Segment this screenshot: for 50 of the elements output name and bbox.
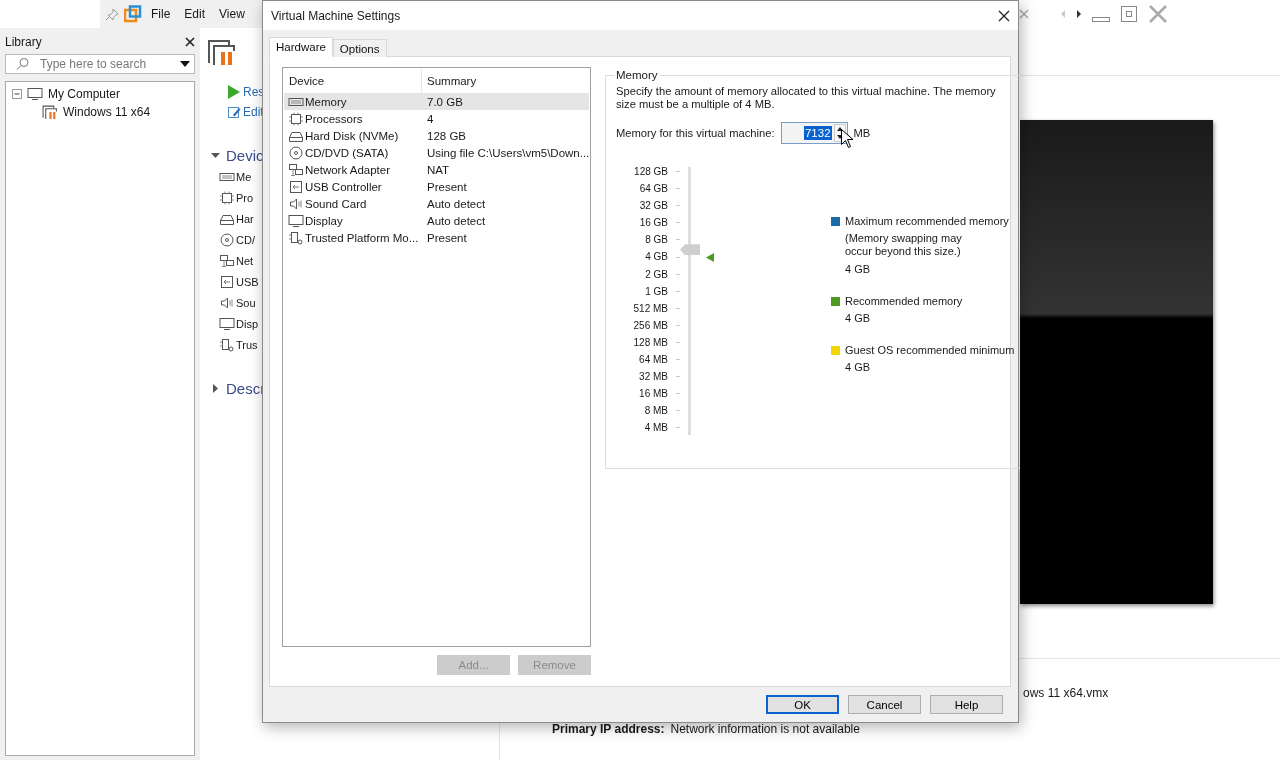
scale-label: 4 MB [643,421,668,436]
legend-title: Guest OS recommended minimum [845,344,1015,356]
scale-label: 64 GB [638,182,668,197]
device-name: Network Adapter [305,163,390,176]
legend-value: 4 GB [845,361,872,373]
device-name: CD/DVD (SATA) [305,146,389,159]
scale-label: 4 GB [644,250,668,265]
legend-title: Maximum recommended memory [845,215,1009,227]
scale-label: 64 MB [638,353,668,368]
device-summary: Auto detect [426,214,487,227]
device-name: Trusted Platform Mo... [305,231,419,244]
scale-label: 8 MB [643,404,668,419]
device-name: Display [305,214,343,227]
detail-value: ows 11 x64.vmx [1023,686,1109,700]
device-summary: Present [426,180,468,193]
panel-title: Library [5,35,42,49]
memory-description: Specify the amount of memory allocated to this virtual machine. The memory size must be a multiple of 4 MB. [616,85,997,111]
dialog-title: Virtual Machine Settings [271,8,401,23]
field-label: Memory for this virtual machine: [616,127,775,139]
scale-label: 16 GB [638,216,668,231]
device-name: Memory [305,95,347,108]
legend-title: Recommended memory [845,295,964,307]
legend-note: (Memory swapping may occur beyond this size.) [845,232,963,258]
device-summary: Using file C:\Users\vm5\Down... [426,146,590,159]
scale-label: 256 MB [632,318,668,333]
scale-label: 2 GB [644,267,668,282]
scale-label: 512 MB [632,301,668,316]
device-name: Processors [305,112,363,125]
group-title: Memory [615,69,659,81]
device-name: Hard Disk (NVMe) [305,129,399,142]
device-summary: NAT [426,163,451,176]
device-summary: 128 GB [426,129,467,142]
legend-value: 4 GB [845,263,872,275]
scale-label: 32 GB [638,199,668,214]
device-summary: 7.0 GB [426,95,464,108]
scale-label: 32 MB [638,370,668,385]
scale-label: 128 GB [633,165,668,179]
device-summary: Present [426,231,468,244]
scale-label: 128 MB [632,335,668,350]
device-name: Sound Card [305,197,367,210]
legend-value: 4 GB [845,312,872,324]
unit-label: MB [853,127,871,139]
scale-label: 1 GB [644,284,668,299]
detail-value: Network information is not available [670,722,860,736]
device-summary: 4 [426,112,435,125]
device-name: USB Controller [305,180,382,193]
scale-label: 8 GB [644,233,668,248]
device-summary: Auto detect [426,197,487,210]
scale-label: 16 MB [638,387,668,402]
detail-label: Primary IP address: [552,722,665,736]
